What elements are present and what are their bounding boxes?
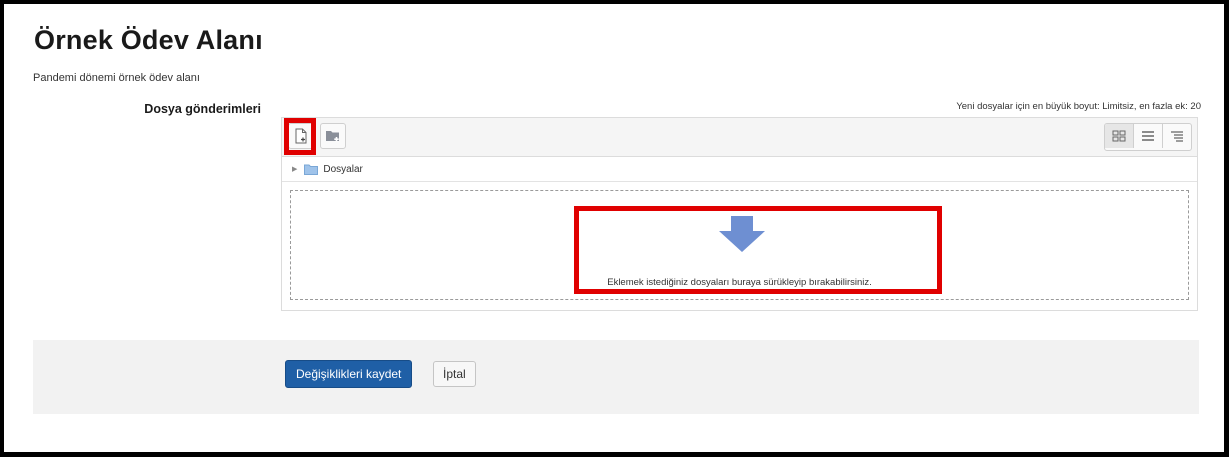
folder-icon bbox=[304, 164, 319, 175]
file-limits-text: Yeni dosyalar için en büyük boyut: Limit… bbox=[956, 101, 1201, 112]
create-folder-icon bbox=[326, 131, 339, 142]
view-details-icon bbox=[1142, 131, 1154, 141]
dropzone-highlight bbox=[574, 206, 942, 294]
view-tree-button[interactable] bbox=[1162, 124, 1191, 148]
file-manager-toolbar bbox=[282, 118, 1197, 157]
view-icons-button[interactable] bbox=[1105, 124, 1133, 148]
expand-caret-icon[interactable]: ▶ bbox=[292, 165, 297, 173]
create-folder-button[interactable] bbox=[320, 123, 346, 149]
view-switcher bbox=[1104, 123, 1192, 151]
folder-label[interactable]: Dosyalar bbox=[323, 164, 362, 175]
add-file-highlight bbox=[284, 118, 316, 155]
form-actions-bar bbox=[33, 340, 1199, 414]
view-tree-icon bbox=[1171, 131, 1183, 142]
cancel-button[interactable]: İptal bbox=[433, 361, 476, 387]
assignment-intro: Pandemi dönemi örnek ödev alanı bbox=[33, 72, 200, 84]
view-icons-icon bbox=[1112, 130, 1126, 142]
save-changes-button[interactable]: Değişiklikleri kaydet bbox=[285, 360, 413, 388]
page-title: Örnek Ödev Alanı bbox=[34, 25, 263, 55]
view-details-button[interactable] bbox=[1133, 124, 1162, 148]
file-submissions-label: Dosya gönderimleri bbox=[144, 102, 261, 116]
file-path-bar: ▶ Dosyalar bbox=[282, 157, 1197, 182]
